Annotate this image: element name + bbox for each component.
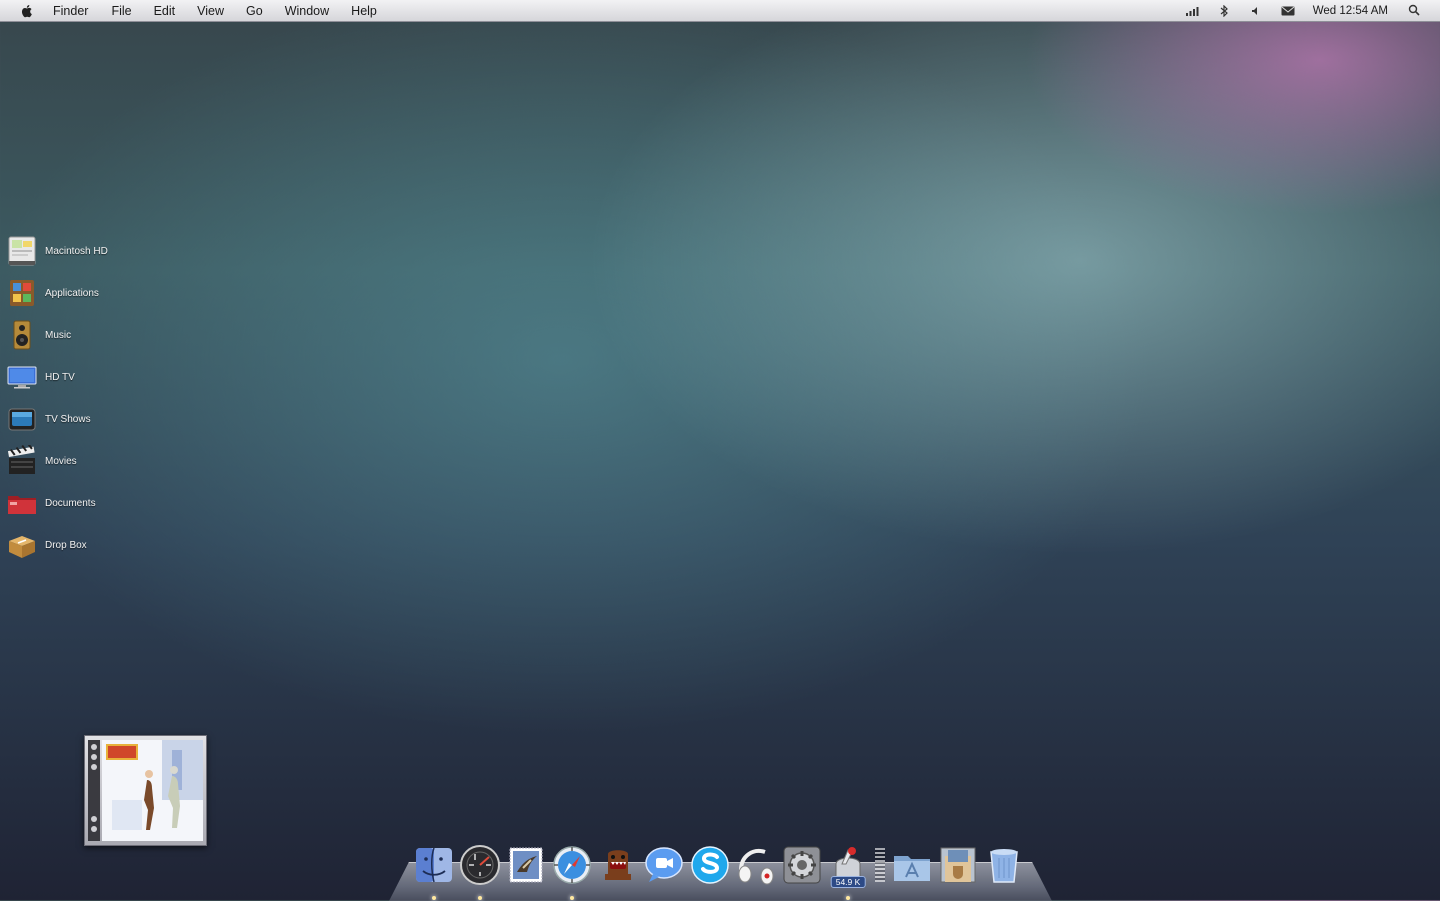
dock-item-system-preferences[interactable] xyxy=(779,842,825,888)
desktop-item-hd-tv[interactable]: HD TV xyxy=(6,356,186,398)
desktop-item-documents[interactable]: Documents xyxy=(6,482,186,524)
domo-icon xyxy=(605,850,631,880)
menu-go[interactable]: Go xyxy=(246,4,263,18)
dock-item-safari[interactable] xyxy=(549,842,595,900)
dock-item-mail[interactable] xyxy=(503,842,549,888)
trash-icon xyxy=(990,849,1018,883)
speaker-icon xyxy=(13,320,31,350)
apple-icon[interactable] xyxy=(19,3,35,19)
film-strip xyxy=(88,740,100,841)
menu-finder[interactable]: Finder xyxy=(53,4,88,18)
running-indicator xyxy=(570,896,574,900)
clapperboard-icon xyxy=(7,445,35,474)
desktop-item-label: TV Shows xyxy=(45,413,91,425)
menu-edit[interactable]: Edit xyxy=(154,4,176,18)
mail-icon[interactable] xyxy=(1281,4,1295,18)
desktop-item-tv-shows[interactable]: TV Shows xyxy=(6,398,186,440)
dock-item-finder[interactable] xyxy=(411,842,457,900)
desktop-item-label: Music xyxy=(45,329,72,341)
applications-stack-icon xyxy=(894,856,930,881)
dock-item-downloads-stack[interactable] xyxy=(935,842,981,888)
dock-item-transmission[interactable]: 54.9 K xyxy=(825,842,871,900)
skype-icon xyxy=(691,846,729,884)
desktop-icon-list: Macintosh HD Applications Music HD TV TV… xyxy=(6,230,186,566)
dock-item-trash[interactable] xyxy=(981,842,1027,888)
bluetooth-icon[interactable] xyxy=(1217,4,1231,18)
desktop-item-macintosh-hd[interactable]: Macintosh HD xyxy=(6,230,186,272)
desktop-item-drop-box[interactable]: Drop Box xyxy=(6,524,186,566)
menu-help[interactable]: Help xyxy=(351,4,377,18)
headphones-icon xyxy=(738,849,774,885)
finder-icon xyxy=(416,847,452,883)
desktop-item-label: Movies xyxy=(45,455,77,467)
desktop-item-label: Drop Box xyxy=(45,539,87,551)
running-indicator xyxy=(432,896,436,900)
itunes-icon xyxy=(460,845,500,885)
downloads-stack-icon xyxy=(940,847,976,883)
monitor-icon xyxy=(7,366,37,389)
tv-icon xyxy=(8,408,36,431)
volume-icon[interactable] xyxy=(1249,4,1263,18)
desktop-item-music[interactable]: Music xyxy=(6,314,186,356)
ichat-icon xyxy=(645,847,683,882)
menu-window[interactable]: Window xyxy=(285,4,329,18)
desktop-item-label: Documents xyxy=(45,497,96,509)
running-indicator xyxy=(846,896,850,900)
dock-item-ichat[interactable] xyxy=(641,842,687,888)
transmission-speed-badge: 54.9 K xyxy=(830,876,866,888)
desktop-item-label: Macintosh HD xyxy=(45,245,108,257)
dock-item-headphones[interactable] xyxy=(733,842,779,888)
applications-folder-icon xyxy=(10,280,34,306)
safari-icon xyxy=(553,846,591,884)
dock-separator[interactable] xyxy=(875,848,885,882)
signal-bars-icon[interactable] xyxy=(1185,4,1199,18)
dock: 54.9 K xyxy=(411,840,1027,900)
dock-item-domo[interactable] xyxy=(595,842,641,888)
desktop-item-label: Applications xyxy=(45,287,99,299)
mail-icon xyxy=(509,847,543,883)
desktop-item-movies[interactable]: Movies xyxy=(6,440,186,482)
system-preferences-icon xyxy=(783,846,821,884)
desktop-item-label: HD TV xyxy=(45,371,75,383)
hard-drive-icon xyxy=(8,236,36,266)
desktop-item-applications[interactable]: Applications xyxy=(6,272,186,314)
running-indicator xyxy=(478,896,482,900)
dock-item-applications-stack[interactable] xyxy=(889,842,935,888)
dock-item-itunes[interactable] xyxy=(457,842,503,900)
menu-bar: Finder File Edit View Go Window Help Wed… xyxy=(0,0,1440,22)
box-icon xyxy=(9,536,35,558)
menu-extras: Wed 12:54 AM xyxy=(1185,0,1440,22)
red-folder-icon xyxy=(8,496,36,514)
album-cover-icon xyxy=(102,740,203,841)
menu-file[interactable]: File xyxy=(111,4,131,18)
dock-item-skype[interactable] xyxy=(687,842,733,888)
album-artwork-widget[interactable] xyxy=(84,735,207,846)
menu-view[interactable]: View xyxy=(197,4,224,18)
menubar-clock[interactable]: Wed 12:54 AM xyxy=(1313,5,1388,17)
spotlight-icon[interactable] xyxy=(1408,4,1420,19)
